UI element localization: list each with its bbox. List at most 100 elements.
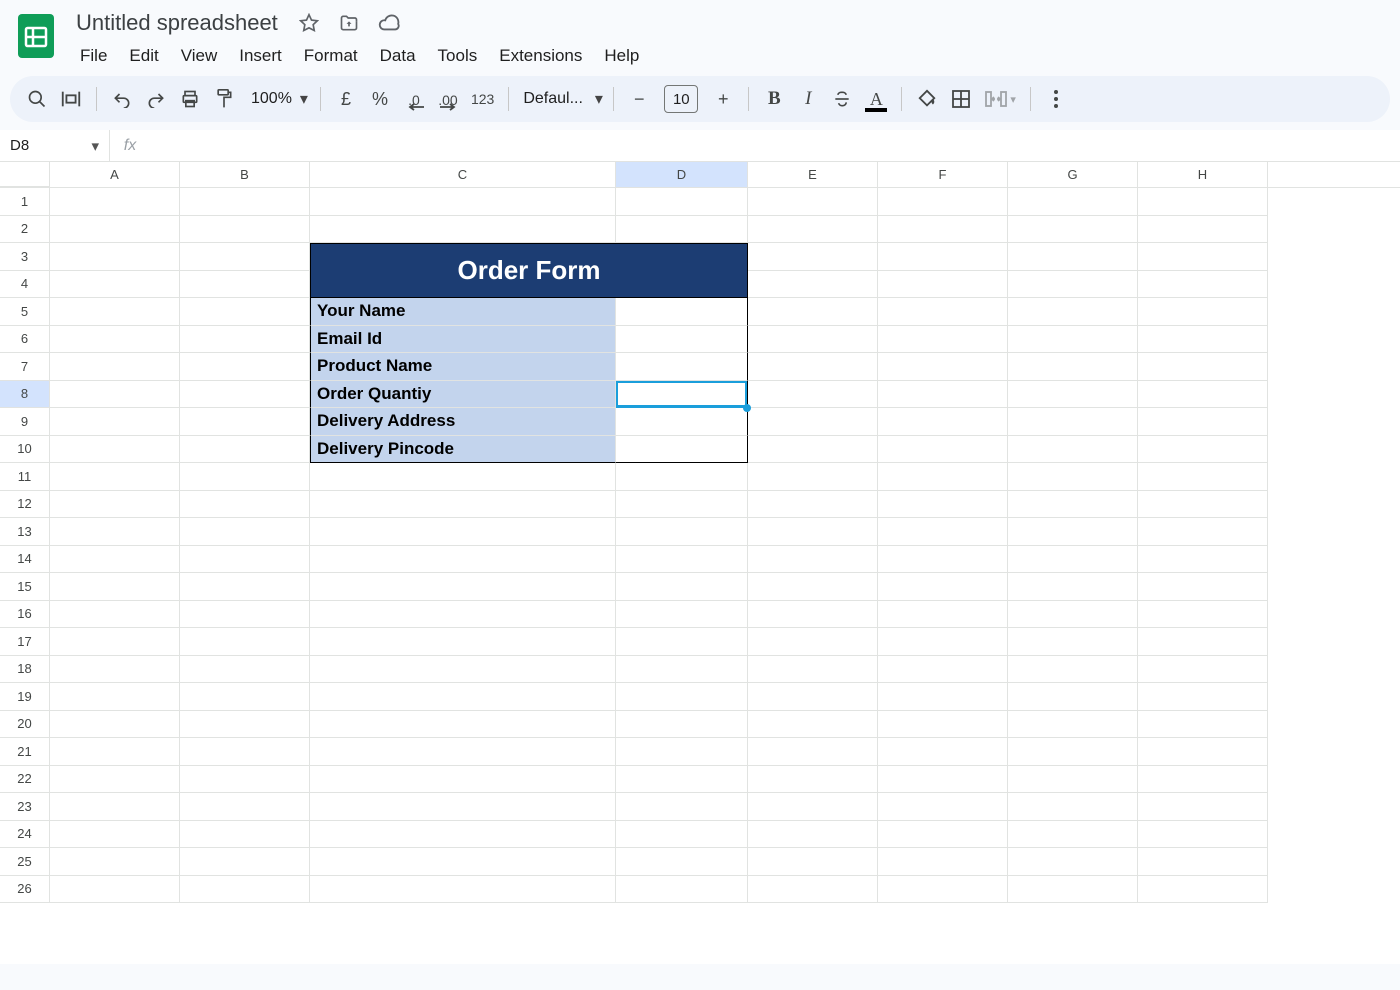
cloud-status-icon[interactable] — [378, 12, 400, 34]
cell-G4[interactable] — [1008, 271, 1138, 299]
cell-F20[interactable] — [878, 711, 1008, 739]
cell-B18[interactable] — [180, 656, 310, 684]
decrease-decimal-button[interactable]: .0 — [397, 83, 431, 115]
redo-icon[interactable] — [139, 83, 173, 115]
cell-B17[interactable] — [180, 628, 310, 656]
cell-G3[interactable] — [1008, 243, 1138, 271]
cell-H2[interactable] — [1138, 216, 1268, 244]
row-header-9[interactable]: 9 — [0, 408, 50, 436]
cell-H9[interactable] — [1138, 408, 1268, 436]
spreadsheet-grid[interactable]: ABCDEFGH123Order Form45Your Name6Email I… — [0, 162, 1400, 964]
cell-E6[interactable] — [748, 326, 878, 354]
borders-button[interactable] — [944, 83, 978, 115]
cell-D20[interactable] — [616, 711, 748, 739]
row-header-7[interactable]: 7 — [0, 353, 50, 381]
cell-C20[interactable] — [310, 711, 616, 739]
cell-F19[interactable] — [878, 683, 1008, 711]
cell-A5[interactable] — [50, 298, 180, 326]
cell-C23[interactable] — [310, 793, 616, 821]
cell-F12[interactable] — [878, 491, 1008, 519]
row-header-3[interactable]: 3 — [0, 243, 50, 271]
cell-F16[interactable] — [878, 601, 1008, 629]
cell-H16[interactable] — [1138, 601, 1268, 629]
cell-A10[interactable] — [50, 436, 180, 464]
more-icon[interactable] — [1039, 83, 1073, 115]
search-icon[interactable] — [20, 83, 54, 115]
cell-G17[interactable] — [1008, 628, 1138, 656]
font-size-increase[interactable]: + — [706, 83, 740, 115]
cell-C22[interactable] — [310, 766, 616, 794]
cell-B7[interactable] — [180, 353, 310, 381]
cell-H1[interactable] — [1138, 188, 1268, 216]
menu-insert[interactable]: Insert — [229, 42, 292, 70]
cell-G6[interactable] — [1008, 326, 1138, 354]
cell-F21[interactable] — [878, 738, 1008, 766]
cell-G16[interactable] — [1008, 601, 1138, 629]
cell-E23[interactable] — [748, 793, 878, 821]
menu-view[interactable]: View — [171, 42, 228, 70]
cell-A7[interactable] — [50, 353, 180, 381]
cell-A21[interactable] — [50, 738, 180, 766]
cell-B21[interactable] — [180, 738, 310, 766]
name-box[interactable]: D8 ▾ — [0, 130, 110, 161]
cell-F10[interactable] — [878, 436, 1008, 464]
cell-C8[interactable]: Order Quantiy — [310, 381, 616, 409]
cell-H11[interactable] — [1138, 463, 1268, 491]
row-header-23[interactable]: 23 — [0, 793, 50, 821]
cell-D13[interactable] — [616, 518, 748, 546]
cell-F4[interactable] — [878, 271, 1008, 299]
cell-G15[interactable] — [1008, 573, 1138, 601]
font-size-decrease[interactable]: − — [622, 83, 656, 115]
cell-E10[interactable] — [748, 436, 878, 464]
row-header-20[interactable]: 20 — [0, 711, 50, 739]
cell-G21[interactable] — [1008, 738, 1138, 766]
cell-G10[interactable] — [1008, 436, 1138, 464]
cell-H3[interactable] — [1138, 243, 1268, 271]
menu-format[interactable]: Format — [294, 42, 368, 70]
row-header-16[interactable]: 16 — [0, 601, 50, 629]
cell-G9[interactable] — [1008, 408, 1138, 436]
cell-A2[interactable] — [50, 216, 180, 244]
cell-F6[interactable] — [878, 326, 1008, 354]
cell-D26[interactable] — [616, 876, 748, 904]
cell-G7[interactable] — [1008, 353, 1138, 381]
cell-F22[interactable] — [878, 766, 1008, 794]
cell-D16[interactable] — [616, 601, 748, 629]
cell-B25[interactable] — [180, 848, 310, 876]
cell-D9[interactable] — [616, 408, 748, 436]
cell-G14[interactable] — [1008, 546, 1138, 574]
font-select[interactable]: Defaul... ▾ — [517, 89, 605, 109]
cell-G19[interactable] — [1008, 683, 1138, 711]
print-icon[interactable] — [173, 83, 207, 115]
cell-G20[interactable] — [1008, 711, 1138, 739]
cell-H22[interactable] — [1138, 766, 1268, 794]
cell-F2[interactable] — [878, 216, 1008, 244]
cell-C19[interactable] — [310, 683, 616, 711]
menu-file[interactable]: File — [70, 42, 117, 70]
menu-edit[interactable]: Edit — [119, 42, 168, 70]
cell-B11[interactable] — [180, 463, 310, 491]
cell-A15[interactable] — [50, 573, 180, 601]
cell-G13[interactable] — [1008, 518, 1138, 546]
cell-F18[interactable] — [878, 656, 1008, 684]
cell-E15[interactable] — [748, 573, 878, 601]
cell-E4[interactable] — [748, 271, 878, 299]
cell-F26[interactable] — [878, 876, 1008, 904]
cell-G5[interactable] — [1008, 298, 1138, 326]
col-header-D[interactable]: D — [616, 162, 748, 187]
row-header-13[interactable]: 13 — [0, 518, 50, 546]
cell-D5[interactable] — [616, 298, 748, 326]
cell-C25[interactable] — [310, 848, 616, 876]
cell-E20[interactable] — [748, 711, 878, 739]
cell-G2[interactable] — [1008, 216, 1138, 244]
zoom-select[interactable]: 100% ▾ — [241, 89, 312, 109]
cell-G18[interactable] — [1008, 656, 1138, 684]
cell-C18[interactable] — [310, 656, 616, 684]
cell-C5[interactable]: Your Name — [310, 298, 616, 326]
cell-A19[interactable] — [50, 683, 180, 711]
cell-F7[interactable] — [878, 353, 1008, 381]
cell-A25[interactable] — [50, 848, 180, 876]
cell-D11[interactable] — [616, 463, 748, 491]
cell-H24[interactable] — [1138, 821, 1268, 849]
cell-F17[interactable] — [878, 628, 1008, 656]
